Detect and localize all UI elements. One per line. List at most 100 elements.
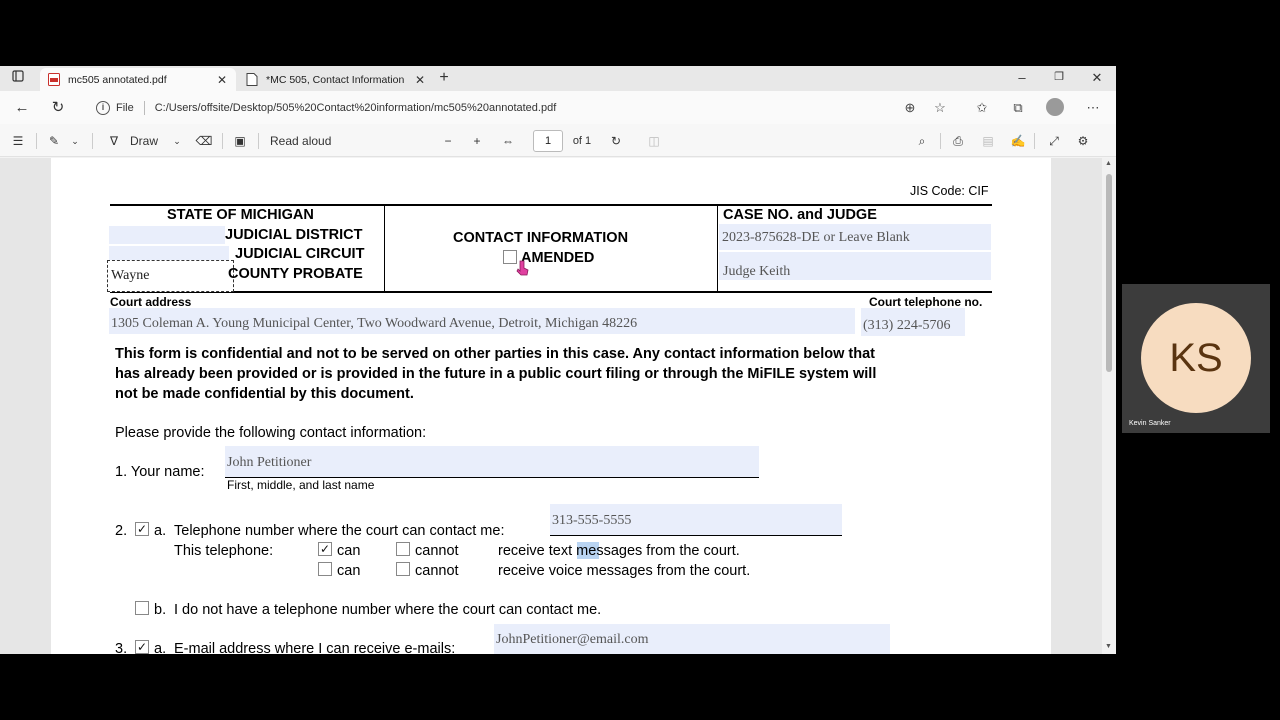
collections-icon[interactable]: ⧉ [1008, 98, 1028, 118]
profile-avatar[interactable] [1046, 98, 1064, 116]
minimize-icon[interactable]: – [1012, 70, 1032, 85]
circuit-label: JUDICIAL CIRCUIT [235, 246, 365, 262]
save-as-icon[interactable]: ✍ [1008, 131, 1028, 151]
new-tab-button[interactable]: + [434, 68, 454, 88]
can-label: can [337, 543, 361, 559]
divider [940, 133, 941, 149]
window-close-icon[interactable]: ✕ [1087, 70, 1107, 86]
divider [92, 133, 93, 149]
read-aloud-button[interactable]: Read aloud [270, 131, 340, 151]
divider [143, 100, 145, 115]
rotate-icon[interactable]: ↻ [606, 131, 626, 151]
address-row: ← ↻ i File C:/Users/offsite/Desktop/505%… [0, 91, 1116, 124]
phone-label: Telephone number where the court can con… [174, 523, 505, 539]
pdf-file-icon [48, 73, 60, 86]
notice-line: This form is confidential and not to be … [115, 346, 876, 362]
amended-checkbox[interactable] [503, 250, 517, 264]
probate-label: COUNTY PROBATE [228, 266, 363, 282]
intro-text: Please provide the following contact inf… [115, 425, 427, 441]
highlight-icon[interactable]: ✎ [44, 131, 64, 151]
case-value: 2023-875628-DE or Leave Blank [722, 230, 910, 245]
close-icon[interactable]: ✕ [412, 73, 428, 87]
info-icon[interactable]: i [96, 100, 110, 115]
court-phone-label: Court telephone no. [869, 295, 983, 309]
item-sub: b. [154, 602, 167, 618]
fit-page-icon[interactable]: ⇔ [498, 131, 518, 151]
cannot-label: cannot [415, 563, 459, 579]
search-icon[interactable]: ⌕ [912, 131, 932, 151]
no-phone-label: I do not have a telephone number where t… [174, 602, 602, 618]
notice-line: has already been provided or is provided… [115, 366, 877, 382]
page-total: of 1 [572, 135, 592, 147]
more-menu-icon[interactable]: ⋯ [1083, 98, 1103, 118]
voice-can-checkbox[interactable] [318, 562, 332, 576]
header-divider [384, 205, 385, 292]
browser-window: mc505 annotated.pdf ✕ *MC 505, Contact I… [0, 66, 1116, 654]
zoom-out-icon[interactable]: − [440, 131, 456, 151]
chevron-down-icon[interactable]: ⌄ [170, 131, 184, 151]
phone-checkbox[interactable]: ✓ [135, 522, 149, 536]
favorites-icon[interactable]: ✩ [972, 98, 992, 118]
tab-contact-info[interactable]: *MC 505, Contact Information ✕ [238, 68, 434, 91]
address-bar[interactable]: i File C:/Users/offsite/Desktop/505%20Co… [86, 95, 966, 120]
judge-value: Judge Keith [723, 264, 791, 279]
draw-icon[interactable]: ∇ [104, 131, 124, 151]
tab-label: mc505 annotated.pdf [68, 73, 167, 86]
tab-actions-icon[interactable] [8, 68, 28, 88]
this-phone-label: This telephone: [174, 543, 274, 559]
participant-avatar: KS [1141, 303, 1251, 413]
email-checkbox[interactable]: ✓ [135, 640, 149, 654]
text-messages-label: receive text messages from the court. [498, 543, 740, 559]
notice-line: not be made confidential by this documen… [115, 386, 414, 402]
cursor-icon [516, 260, 529, 276]
chevron-down-icon[interactable]: ⌄ [68, 131, 82, 151]
item-number: 3. [115, 641, 128, 654]
settings-gear-icon[interactable]: ⚙ [1073, 131, 1093, 151]
text-box-icon[interactable]: ▣ [230, 131, 250, 151]
county-value: Wayne [111, 268, 150, 283]
eraser-icon[interactable]: ⌫ [194, 131, 214, 151]
no-phone-checkbox[interactable] [135, 601, 149, 615]
participant-name: Kevin Sanker [1129, 420, 1171, 427]
item-sub: a. [154, 641, 167, 654]
zoom-icon[interactable]: ⊕ [900, 98, 920, 118]
phone-underline [550, 535, 842, 536]
scroll-thumb[interactable] [1106, 174, 1112, 372]
restore-icon[interactable]: ❐ [1049, 70, 1069, 83]
expand-icon[interactable]: ⤢ [1044, 131, 1064, 151]
can-label: can [337, 563, 361, 579]
zoom-in-icon[interactable]: + [469, 131, 485, 151]
district-fill[interactable] [109, 226, 225, 244]
webcam-tile: KS Kevin Sanker [1122, 284, 1270, 433]
page-number-input[interactable]: 1 [533, 130, 563, 152]
draw-button[interactable]: Draw [130, 131, 164, 151]
divider [1034, 133, 1035, 149]
vertical-scrollbar[interactable]: ▲ ▼ [1102, 158, 1116, 654]
text-can-checkbox[interactable]: ✓ [318, 542, 332, 556]
document-icon [246, 73, 258, 86]
name-hint: First, middle, and last name [227, 478, 375, 492]
cannot-label: cannot [415, 543, 459, 559]
district-label: JUDICIAL DISTRICT [225, 227, 363, 243]
page-view-icon[interactable]: ◫ [644, 131, 664, 151]
voice-cannot-checkbox[interactable] [396, 562, 410, 576]
contents-icon[interactable]: ☰ [8, 131, 28, 151]
item-number: 2. [115, 523, 128, 539]
divider [222, 133, 223, 149]
pdf-viewport: JIS Code: CIF Wayne STATE OF MICHIGAN JU… [0, 158, 1102, 654]
save-icon[interactable]: ▤ [978, 131, 998, 151]
back-arrow-icon[interactable]: ← [12, 98, 32, 118]
tab-pdf[interactable]: mc505 annotated.pdf ✕ [40, 68, 236, 91]
name-value: John Petitioner [227, 455, 312, 470]
print-icon[interactable]: ⎙ [948, 131, 968, 151]
text-cannot-checkbox[interactable] [396, 542, 410, 556]
email-label: E-mail address where I can receive e-mai… [174, 641, 456, 654]
scroll-down-icon[interactable]: ▼ [1105, 643, 1112, 650]
favorite-star-icon[interactable]: ☆ [930, 98, 950, 118]
url-text: C:/Users/offsite/Desktop/505%20Contact%2… [154, 101, 557, 114]
court-address-label: Court address [110, 295, 192, 309]
scroll-up-icon[interactable]: ▲ [1105, 160, 1112, 167]
close-icon[interactable]: ✕ [214, 73, 230, 87]
item-sub: a. [154, 523, 167, 539]
refresh-icon[interactable]: ↻ [48, 98, 68, 118]
